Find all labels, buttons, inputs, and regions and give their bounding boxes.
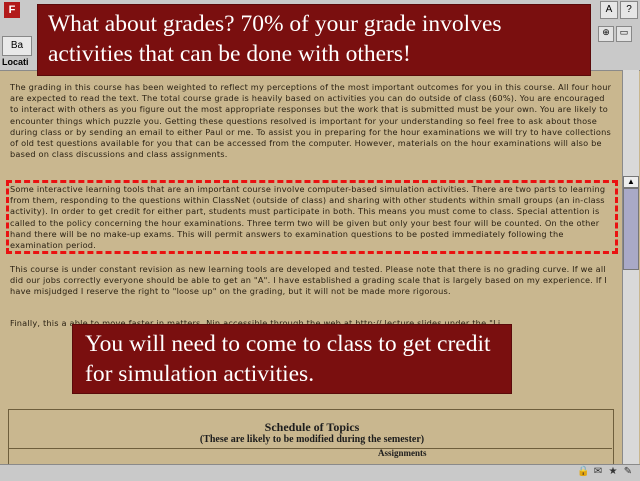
grading-paragraph: The grading in this course has been weig…: [10, 82, 612, 160]
location-label: Locati: [2, 57, 29, 67]
collapse-icon[interactable]: ▭: [616, 26, 632, 42]
composer-icon[interactable]: ✎: [622, 466, 634, 478]
bookmark-icon[interactable]: ★: [607, 466, 619, 478]
toolbar-right: ⊕ ▭: [594, 20, 640, 68]
scroll-up-arrow-icon[interactable]: ▲: [623, 176, 639, 188]
revision-paragraph: This course is under constant revision a…: [10, 264, 607, 297]
tray-icon-a[interactable]: A: [600, 1, 618, 19]
page-content: The grading in this course has been weig…: [6, 72, 618, 464]
class-attendance-callout: You will need to come to class to get cr…: [72, 324, 512, 394]
status-icons: 🔒 ✉ ★ ✎: [577, 466, 634, 478]
application-menu-icon[interactable]: F: [4, 2, 20, 18]
schedule-title: Schedule of Topics: [264, 420, 360, 434]
status-bar: 🔒 ✉ ★ ✎: [0, 464, 640, 481]
security-lock-icon[interactable]: 🔒: [577, 466, 589, 478]
assignments-column-header: Assignments: [378, 448, 427, 458]
schedule-header-row: [8, 448, 612, 461]
news-icon[interactable]: ✉: [592, 466, 604, 478]
back-button[interactable]: Ba: [2, 36, 32, 56]
zoom-icon[interactable]: ⊕: [598, 26, 614, 42]
help-icon[interactable]: ?: [620, 1, 638, 19]
dashed-highlight-box: [6, 180, 618, 254]
grades-callout: What about grades? 70% of your grade inv…: [37, 4, 591, 76]
scroll-thumb[interactable]: [623, 188, 639, 270]
menu-bar-tray: A ?: [600, 1, 638, 19]
schedule-subtitle: (These are likely to be modified during …: [199, 434, 425, 445]
vertical-scrollbar[interactable]: ▲: [622, 70, 639, 464]
